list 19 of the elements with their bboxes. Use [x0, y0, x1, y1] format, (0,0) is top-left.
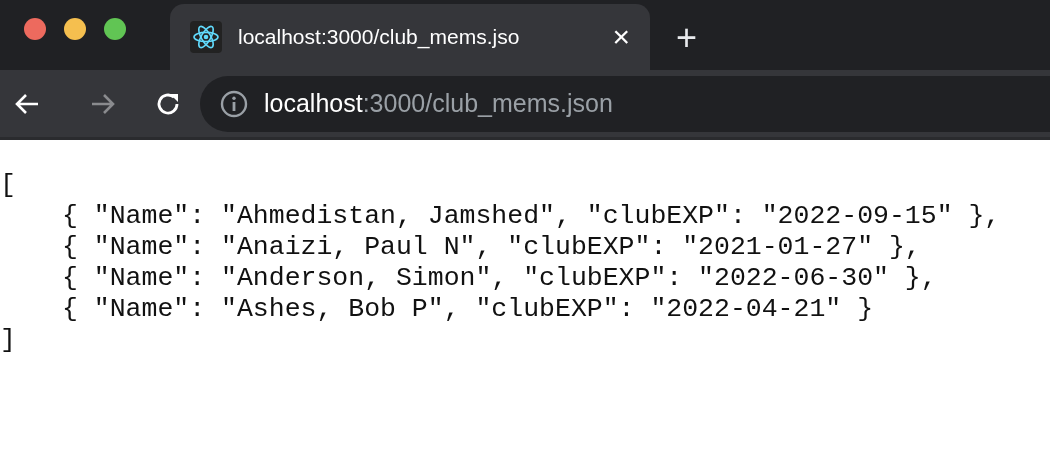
url-text: localhost:3000/club_mems.json: [264, 87, 613, 119]
atom-icon: [190, 21, 222, 53]
json-line: { "Name": "Ashes, Bob P", "clubEXP": "2022-04-21" }: [62, 294, 874, 325]
json-line: { "Name": "Anaizi, Paul N", "clubEXP": "2021-01-27" },: [62, 232, 921, 263]
json-bracket: ]: [0, 325, 16, 356]
minimize-window-button[interactable]: [64, 18, 86, 40]
json-line: { "Name": "Ahmedistan, Jamshed", "clubEXP": "2022-09-15" },: [62, 201, 1001, 232]
json-line: { "Name": "Anderson, Simon", "clubEXP": "2022-06-30" },: [62, 263, 937, 294]
back-arrow-icon[interactable]: [14, 91, 40, 116]
json-bracket: [: [0, 170, 16, 201]
info-icon: [220, 89, 248, 118]
tab-title: localhost:3000/club_mems.jso: [238, 24, 521, 51]
maximize-window-button[interactable]: [104, 18, 126, 40]
close-window-button[interactable]: [24, 18, 46, 40]
new-tab-button[interactable]: +: [676, 20, 698, 56]
forward-arrow-icon[interactable]: [90, 91, 116, 116]
browser-tab[interactable]: localhost:3000/club_mems.jso ×: [170, 4, 650, 70]
close-tab-button[interactable]: ×: [612, 22, 630, 52]
address-bar[interactable]: localhost:3000/club_mems.json: [200, 75, 1050, 132]
